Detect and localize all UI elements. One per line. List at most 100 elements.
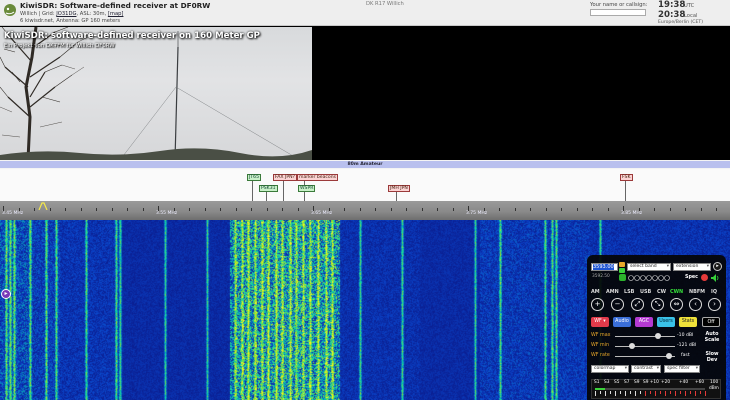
tag-stem [625, 180, 626, 201]
utc-time: 19:38 [658, 0, 686, 10]
timezone: Europe/Berlin (CET) [658, 20, 703, 25]
zoom-step-buttons[interactable] [628, 275, 688, 281]
s-meter-tick [665, 391, 666, 396]
mode-nbfm[interactable]: NBFM [689, 289, 705, 295]
stats-options-button[interactable]: Stats [679, 317, 697, 327]
wf-min-slider-track[interactable] [615, 346, 675, 347]
contrast-dropdown[interactable]: contrast [631, 365, 661, 373]
scale-tick [499, 208, 500, 211]
station-tag-fax-jpn[interactable]: FAX JPN? [273, 174, 297, 181]
page-left-icon[interactable]: ‹ [689, 298, 702, 311]
scale-tick [313, 206, 314, 211]
frequency-sub: 3592.50 [592, 274, 610, 279]
left-panel-toggle-icon[interactable]: ▸ [1, 289, 11, 299]
colormap-dropdown[interactable]: colormap [591, 365, 629, 373]
page-right-icon[interactable]: › [708, 298, 721, 311]
smeter-label: S1 [594, 380, 600, 385]
wf-min-label: WF min [591, 343, 610, 348]
s-meter-track [595, 388, 705, 390]
antenna-line: 6 kiwisdr.net, Antenna: GP 160 meters [20, 18, 121, 24]
spec-filter-dropdown[interactable]: spec filter [664, 365, 700, 373]
mode-amn[interactable]: AMN [606, 289, 619, 295]
zoom-max-icon[interactable]: ⤢ [631, 298, 644, 311]
users-options-button[interactable]: Users [657, 317, 675, 327]
audio-options-button[interactable]: Audio [613, 317, 631, 327]
wf-min-slider-knob[interactable] [628, 343, 635, 349]
s-meter-tick [680, 391, 681, 394]
scale-tick [127, 208, 128, 211]
zoom-in-icon[interactable]: + [591, 298, 604, 311]
s-meter-tick [630, 391, 631, 394]
mode-cw[interactable]: CW [657, 289, 666, 295]
s-meter-tick [640, 391, 641, 394]
ident-label: Your name or callsign: [590, 2, 648, 8]
zoom-span-icon[interactable]: ⇔ [670, 298, 683, 311]
zoom-out-icon[interactable]: − [611, 298, 624, 311]
s-meter: S1 S3 S5 S7 S9 S9 +10 +20 +40 +60 100 dB… [591, 379, 721, 399]
scale-tick [189, 208, 190, 211]
zoom-band-icon[interactable]: ⤡ [651, 298, 664, 311]
check-icon[interactable] [619, 274, 626, 281]
freq-step-down-icon[interactable] [619, 268, 625, 273]
scale-tick [112, 208, 113, 211]
agc-options-button[interactable]: AGC [635, 317, 653, 327]
station-tag-psk31[interactable]: PSK31 [259, 185, 278, 192]
mode-cwn[interactable]: CWN [670, 289, 683, 295]
scale-tick [375, 208, 376, 211]
wf-max-label: WF max [591, 333, 611, 338]
map-link[interactable]: [map] [108, 11, 124, 17]
station-tag-marker-beacons[interactable]: marker beacons [297, 174, 339, 181]
select-band-dropdown[interactable]: select band [627, 263, 671, 271]
station-tag-jmh-jpn[interactable]: JMH JPN [388, 185, 410, 192]
s-meter-tick [650, 391, 651, 394]
scale-tick [406, 208, 407, 211]
scale-tick [65, 208, 66, 211]
record-icon[interactable] [701, 274, 708, 281]
mode-lsb[interactable]: LSB [624, 289, 634, 295]
scale-tick [577, 208, 578, 211]
wf-options-button[interactable]: WF ▾ [591, 317, 609, 327]
location-mid: , ASL: 30m, [76, 11, 108, 17]
extension-dropdown[interactable]: extension [673, 263, 711, 271]
callsign-input[interactable] [590, 9, 646, 16]
slow-dev-button[interactable]: Slow Dev [702, 351, 722, 363]
play-icon[interactable]: ▸ [713, 262, 722, 271]
spec-label[interactable]: Spec [685, 275, 698, 280]
wf-rate-slider-knob[interactable] [666, 353, 672, 359]
wf-max-slider-knob[interactable] [655, 333, 662, 339]
frequency-value: 3593.00 [593, 264, 614, 270]
wf-rate-value: fast [681, 353, 690, 358]
passband-marker-icon[interactable] [38, 202, 48, 210]
s-meter-tick [685, 391, 686, 396]
mode-am[interactable]: AM [591, 289, 600, 295]
scale-tick [344, 208, 345, 211]
mode-iq[interactable]: IQ [711, 289, 717, 295]
mode-usb[interactable]: USB [640, 289, 651, 295]
station-tag-jt65[interactable]: JT65 [247, 174, 262, 181]
frequency-input[interactable]: 3593.00 [591, 263, 618, 271]
s-meter-tick [645, 391, 646, 396]
scale-tick [158, 206, 159, 211]
band-label[interactable]: 80m Amateur [0, 161, 730, 168]
scale-tick [50, 208, 51, 211]
auto-scale-button[interactable]: Auto Scale [702, 331, 722, 343]
grid-link[interactable]: JO31DG [56, 11, 76, 17]
s-meter-tick [635, 391, 636, 396]
station-tag-fsk[interactable]: FSK [620, 174, 633, 181]
scale-tick [639, 208, 640, 211]
speaker-icon[interactable] [711, 274, 720, 282]
s-meter-tick [600, 391, 601, 394]
smeter-label: +20 [661, 380, 671, 385]
center-callsign: DK R17 Willich [366, 1, 404, 7]
freq-step-up-icon[interactable] [619, 262, 625, 267]
station-tag-wspr[interactable]: WSPR [298, 185, 316, 192]
tag-stem [304, 191, 305, 201]
wf-max-slider-track[interactable] [615, 336, 675, 337]
scale-tick [484, 208, 485, 211]
off-options-button[interactable]: Off [702, 317, 720, 327]
step-circles-icon[interactable] [628, 275, 688, 281]
scale-tick [143, 208, 144, 211]
s-meter-tick [660, 391, 661, 394]
s-meter-tick [595, 391, 596, 396]
tag-stem [252, 180, 253, 201]
